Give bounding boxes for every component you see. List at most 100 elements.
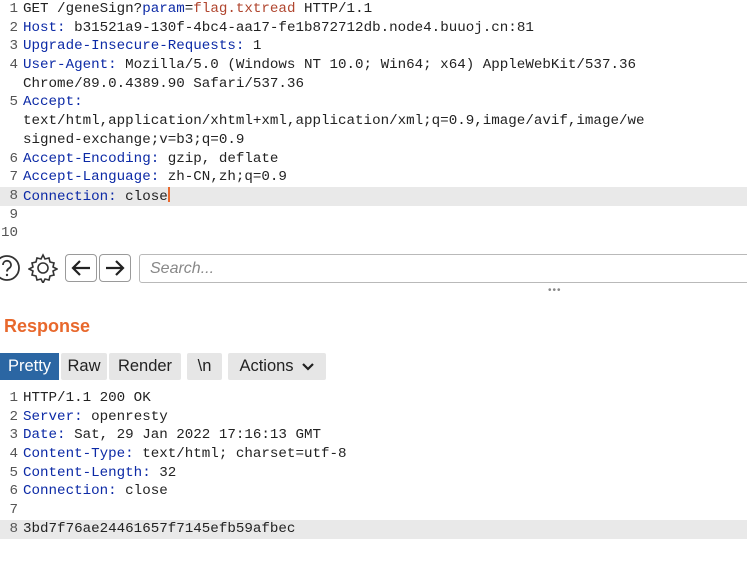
code-line: 6 Accept-Encoding: gzip, deflate [0, 150, 747, 169]
token: Accept: [23, 94, 83, 111]
token: Date: [23, 427, 66, 444]
line-text: HTTP/1.1 200 OK [23, 389, 151, 408]
line-text: Upgrade-Insecure-Requests: 1 [23, 37, 261, 56]
code-line: 7 Accept-Language: zh-CN,zh;q=0.9 [0, 168, 747, 187]
line-number: 2 [9, 408, 18, 425]
tab-render[interactable]: Render [109, 353, 181, 380]
pane-splitter[interactable]: ••• [0, 286, 747, 296]
code-line: 1 HTTP/1.1 200 OK [0, 389, 747, 408]
line-number: 10 [0, 225, 18, 242]
token: Sat, 29 Jan 2022 17:16:13 GMT [65, 427, 321, 444]
token: Connection: [23, 483, 117, 500]
token: close [116, 483, 168, 500]
line-number: 8 [9, 187, 18, 204]
token: HTTP/1.1 [295, 1, 373, 17]
token: Mozilla/5.0 (Windows NT 10.0; Win64; x64… [116, 57, 637, 74]
code-line: Chrome/89.0.4389.90 Safari/537.36 [0, 75, 747, 94]
arrow-right-icon [106, 260, 125, 276]
token: signed-exchange;v=b3;q=0.9 [23, 131, 245, 148]
settings-button[interactable] [27, 253, 59, 283]
code-line: 2 Host: b31521a9-130f-4bc4-aa17-fe1b87271… [0, 19, 747, 38]
code-line: 5 Content-Length: 32 [0, 464, 747, 483]
help-button[interactable] [0, 254, 22, 282]
line-number: 6 [9, 150, 18, 167]
token: Host: [23, 19, 66, 36]
request-toolbar [0, 253, 747, 286]
token: text/html,application/xhtml+xml,applicat… [23, 113, 645, 130]
tab-pretty[interactable]: Pretty [0, 353, 59, 380]
token: text/html; charset=utf-8 [133, 446, 347, 463]
token: User-Agent: [23, 57, 117, 74]
code-line: 7 [0, 501, 747, 520]
token: Content-Type: [23, 446, 134, 463]
token: gzip, deflate [159, 150, 279, 167]
line-text: text/html,application/xhtml+xml,applicat… [23, 112, 645, 131]
chevron-down-icon [301, 362, 314, 371]
text-cursor [167, 186, 170, 202]
token: Content-Length: [23, 464, 151, 481]
line-number: 2 [9, 19, 18, 36]
gear-icon [28, 253, 58, 283]
line-number: 4 [9, 57, 18, 74]
line-text: Connection: close [23, 186, 170, 206]
line-text: Host: b31521a9-130f-4bc4-aa17-fe1b872712… [23, 19, 534, 38]
code-line: 10 [0, 224, 747, 243]
line-number: 6 [9, 483, 18, 500]
line-text: GET /geneSign?param=flag.txtread HTTP/1.… [23, 0, 372, 19]
line-number: 1 [9, 1, 18, 17]
token: Chrome/89.0.4389.90 Safari/537.36 [23, 75, 304, 92]
question-circle-icon [0, 255, 20, 281]
line-number: 8 [9, 520, 18, 537]
code-line: 4 User-Agent: Mozilla/5.0 (Windows NT 10.… [0, 56, 747, 75]
line-text: Accept-Language: zh-CN,zh;q=0.9 [23, 168, 287, 187]
line-number: 4 [9, 446, 18, 463]
token: zh-CN,zh;q=0.9 [159, 169, 287, 186]
code-line: 8 Connection: close [0, 186, 747, 206]
line-text: Content-Type: text/html; charset=utf-8 [23, 445, 347, 464]
back-button[interactable] [65, 254, 97, 282]
code-line: 3 Upgrade-Insecure-Requests: 1 [0, 37, 747, 56]
code-line: 9 [0, 206, 747, 225]
line-number: 1 [9, 390, 18, 406]
line-text: 3bd7f76ae24461657f7145efb59afbec [23, 520, 295, 539]
code-line: 4 Content-Type: text/html; charset=utf-8 [0, 445, 747, 464]
request-editor[interactable]: 1 GET /geneSign?param=flag.txtread HTTP/1… [0, 0, 747, 243]
token: GET /geneSign? [23, 1, 143, 17]
line-number: 7 [9, 169, 18, 186]
token: 3bd7f76ae24461657f7145efb59afbec [23, 520, 296, 537]
token: Accept-Encoding: [23, 150, 160, 167]
line-text: Content-Length: 32 [23, 464, 176, 483]
code-line: signed-exchange;v=b3;q=0.9 [0, 131, 747, 150]
line-text: User-Agent: Mozilla/5.0 (Windows NT 10.0… [23, 56, 636, 75]
line-number: 3 [9, 38, 18, 55]
code-line: 1 GET /geneSign?param=flag.txtread HTTP/1… [0, 0, 747, 19]
token: Server: [23, 408, 83, 425]
line-text: Accept-Encoding: gzip, deflate [23, 150, 278, 169]
line-text: Chrome/89.0.4389.90 Safari/537.36 [23, 75, 304, 94]
tab-raw[interactable]: Raw [61, 353, 107, 380]
line-text: Connection: close [23, 482, 168, 501]
arrow-left-icon [71, 260, 90, 276]
code-line: 2 Server: openresty [0, 408, 747, 427]
token: HTTP/1.1 200 OK [23, 390, 151, 406]
token: param [142, 1, 185, 17]
code-line: 3 Date: Sat, 29 Jan 2022 17:16:13 GMT [0, 426, 747, 445]
line-text: Accept: [23, 93, 83, 112]
search-input[interactable] [140, 255, 747, 282]
line-number: 5 [9, 464, 18, 481]
token: flag.txtread [193, 1, 296, 17]
actions-dropdown[interactable]: Actions [228, 353, 326, 380]
actions-label: Actions [239, 357, 294, 375]
line-text: Server: openresty [23, 408, 168, 427]
drag-handle-icon: ••• [548, 285, 562, 296]
token: 1 [244, 38, 262, 55]
token: b31521a9-130f-4bc4-aa17-fe1b872712db.nod… [65, 19, 534, 36]
response-editor[interactable]: 1 HTTP/1.1 200 OK 2 Server: openresty 3 Date:… [0, 389, 747, 539]
line-text: Date: Sat, 29 Jan 2022 17:16:13 GMT [23, 426, 321, 445]
forward-button[interactable] [99, 254, 131, 282]
code-line: 8 3bd7f76ae24461657f7145efb59afbec [0, 519, 747, 539]
token: openresty [82, 408, 168, 425]
newline-toggle[interactable]: \n [187, 353, 222, 380]
search-box [139, 254, 747, 283]
token: close [116, 188, 168, 205]
